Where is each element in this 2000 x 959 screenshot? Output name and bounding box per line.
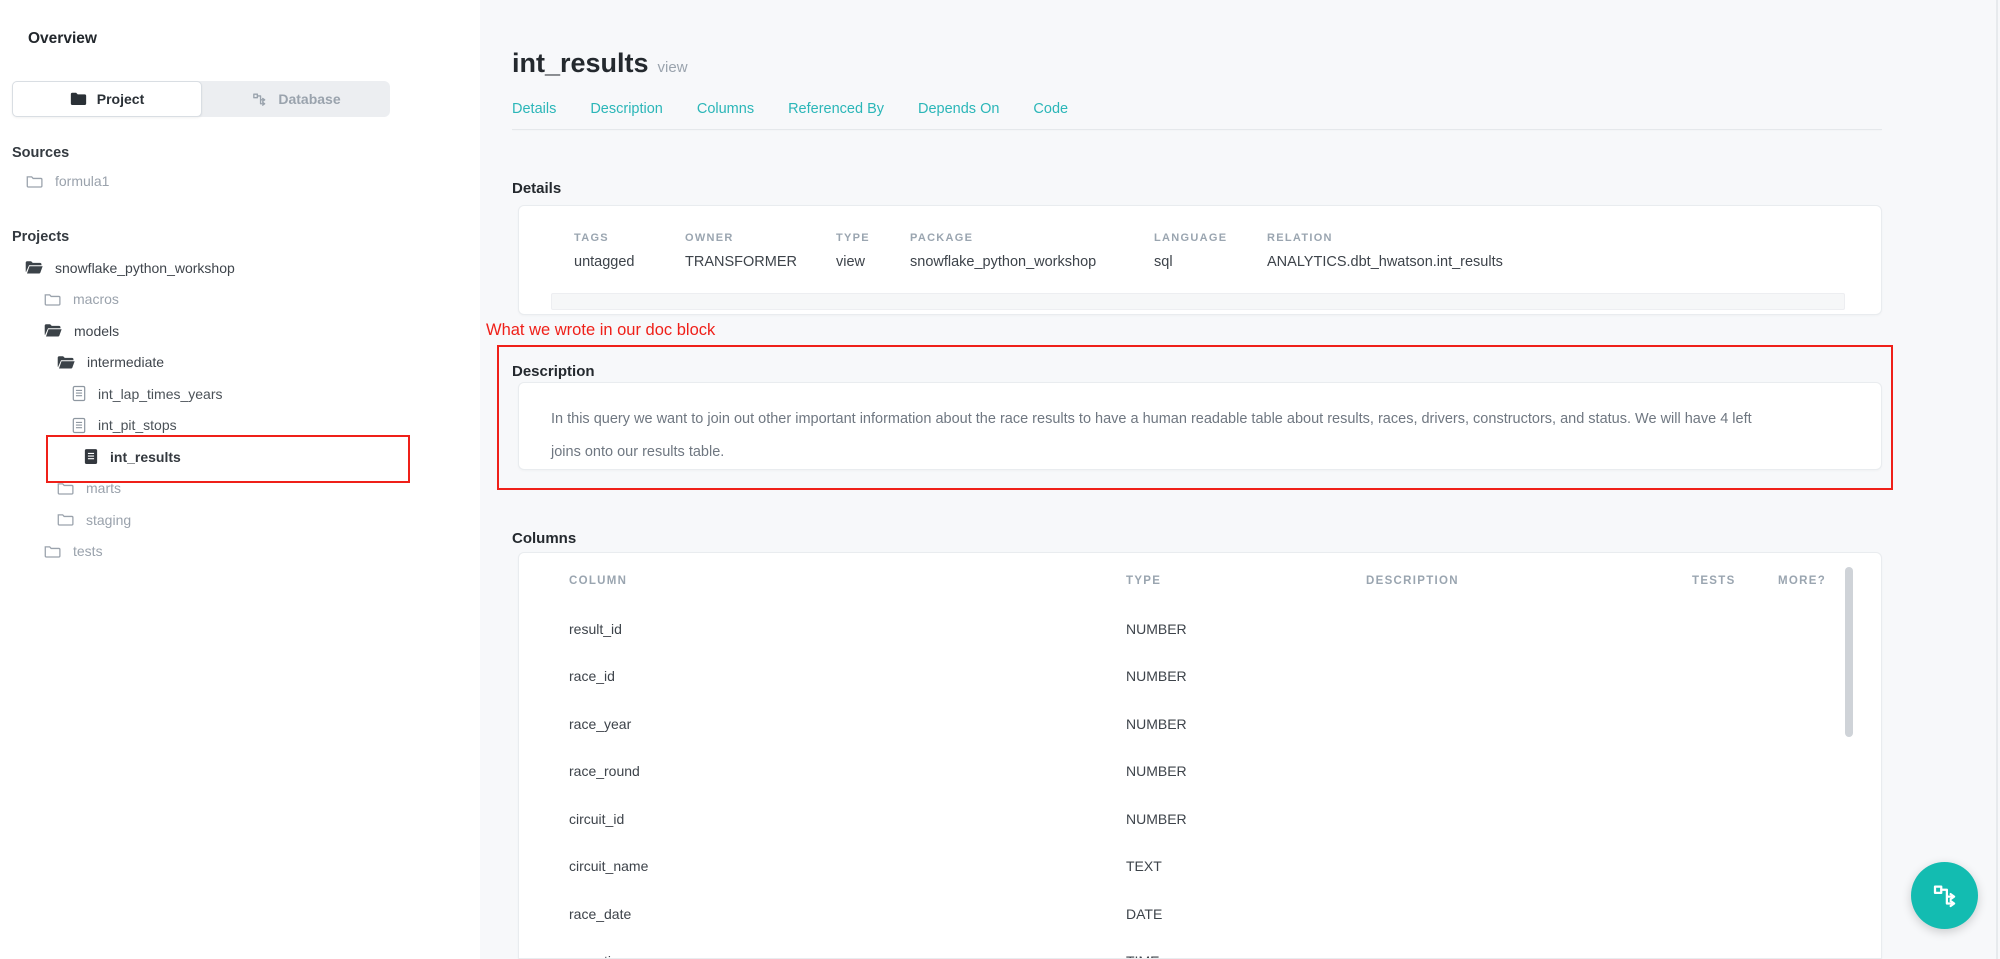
tree-item-int_pit_stops[interactable]: int_pit_stops (0, 410, 480, 442)
col-header-description: DESCRIPTION (1366, 575, 1692, 587)
folder-closed-icon (57, 481, 74, 496)
sidebar-item-label: formula1 (55, 173, 109, 189)
col-header-more: MORE? (1778, 575, 1831, 587)
columns-table-header: COLUMN TYPE DESCRIPTION TESTS MORE? (569, 575, 1831, 587)
table-row-result_id[interactable]: result_id NUMBER (569, 605, 1831, 653)
table-scrollbar-thumb[interactable] (1845, 567, 1853, 737)
folder-closed-icon (44, 292, 61, 307)
field-type: TYPE view (836, 232, 910, 270)
table-row-circuit_id[interactable]: circuit_id NUMBER (569, 795, 1831, 843)
field-tags: TAGS untagged (574, 232, 685, 270)
table-row-circuit_name[interactable]: circuit_name TEXT (569, 843, 1831, 891)
sidebar-heading: Overview (28, 30, 97, 48)
lineage-graph-icon (251, 91, 268, 108)
project-toggle-label: Project (97, 91, 144, 107)
tab-description[interactable]: Description (590, 101, 663, 117)
tab-depends-on[interactable]: Depends On (918, 101, 999, 117)
col-header-column: COLUMN (569, 575, 1126, 587)
tree-item-label: tests (73, 543, 103, 559)
folder-open-icon (25, 260, 43, 275)
col-header-tests: TESTS (1692, 575, 1778, 587)
tab-columns[interactable]: Columns (697, 101, 754, 117)
database-toggle-label: Database (278, 91, 340, 107)
col-header-type: TYPE (1126, 575, 1366, 587)
details-heading: Details (512, 180, 561, 197)
details-card: TAGS untagged OWNER TRANSFORMER TYPE vie… (518, 205, 1882, 315)
tabs-divider (512, 129, 1882, 130)
tree-item-label: int_lap_times_years (98, 386, 223, 402)
table-row-race_date[interactable]: race_date DATE (569, 890, 1831, 938)
columns-card: COLUMN TYPE DESCRIPTION TESTS MORE? resu… (518, 552, 1882, 959)
project-toggle-button[interactable]: Project (12, 81, 202, 117)
tree-item-label: marts (86, 480, 121, 496)
tree-item-tests[interactable]: tests (0, 536, 480, 568)
folder-icon (70, 92, 87, 106)
field-relation: RELATION ANALYTICS.dbt_hwatson.int_resul… (1267, 232, 1503, 270)
table-row-race_id[interactable]: race_id NUMBER (569, 653, 1831, 701)
tab-code[interactable]: Code (1033, 101, 1068, 117)
table-row-race_round[interactable]: race_round NUMBER (569, 748, 1831, 796)
page-title: int_results view (512, 48, 688, 79)
tab-details[interactable]: Details (512, 101, 556, 117)
tree-item-snowflake_python_workshop[interactable]: snowflake_python_workshop (0, 252, 480, 284)
description-card: In this query we want to join out other … (518, 382, 1882, 470)
field-package: PACKAGE snowflake_python_workshop (910, 232, 1154, 270)
folder-closed-icon (44, 544, 61, 559)
tree-item-label: int_results (110, 449, 181, 465)
tree-item-int_lap_times_years[interactable]: int_lap_times_years (0, 378, 480, 410)
tree-item-label: staging (86, 512, 131, 528)
view-toggle: Project Database (12, 81, 390, 117)
model-name: int_results (512, 48, 649, 78)
window-right-edge (1996, 0, 1998, 959)
folder-closed-icon (26, 174, 43, 189)
tree-item-marts[interactable]: marts (0, 473, 480, 505)
lineage-graph-fab-button[interactable] (1911, 862, 1978, 929)
doc-block-annotation: What we wrote in our doc block (486, 321, 715, 340)
details-collapsed-strip[interactable] (551, 293, 1845, 310)
folder-closed-icon (57, 512, 74, 527)
sidebar-item-formula1[interactable]: formula1 (0, 168, 506, 194)
tab-bar: Details Description Columns Referenced B… (512, 101, 1068, 117)
file-icon (72, 385, 86, 402)
database-toggle-button[interactable]: Database (202, 81, 390, 117)
tab-referenced-by[interactable]: Referenced By (788, 101, 884, 117)
file-icon (72, 417, 86, 434)
dbt-docs-page: Overview Project Database Sources formul… (0, 0, 2000, 959)
field-owner: OWNER TRANSFORMER (685, 232, 836, 270)
description-heading: Description (512, 363, 595, 380)
details-fields: TAGS untagged OWNER TRANSFORMER TYPE vie… (574, 232, 1503, 270)
lineage-graph-icon (1930, 881, 1960, 911)
tree-item-label: intermediate (87, 354, 164, 370)
tree-item-label: snowflake_python_workshop (55, 260, 235, 276)
projects-section-label: Projects (12, 229, 69, 245)
table-row-race_time[interactable]: race_time TIME (569, 938, 1831, 959)
project-tree: snowflake_python_workshop macros models … (0, 252, 480, 567)
sidebar: Overview Project Database Sources formul… (0, 0, 480, 959)
tree-item-models[interactable]: models (0, 315, 480, 347)
tree-item-label: int_pit_stops (98, 417, 177, 433)
columns-table-body: result_id NUMBER race_id NUMBER race_yea… (569, 605, 1831, 959)
tree-item-int_results[interactable]: int_results (0, 441, 480, 473)
folder-open-icon (57, 355, 75, 370)
field-language: LANGUAGE sql (1154, 232, 1267, 270)
columns-heading: Columns (512, 530, 576, 547)
tree-item-intermediate[interactable]: intermediate (0, 347, 480, 379)
table-row-race_year[interactable]: race_year NUMBER (569, 700, 1831, 748)
folder-open-icon (44, 323, 62, 338)
model-type-badge: view (658, 59, 688, 76)
tree-item-staging[interactable]: staging (0, 504, 480, 536)
tree-item-macros[interactable]: macros (0, 284, 480, 316)
tree-item-label: macros (73, 291, 119, 307)
tree-item-label: models (74, 323, 119, 339)
sources-section-label: Sources (12, 145, 69, 161)
description-text: In this query we want to join out other … (551, 403, 1776, 469)
file-solid-icon (84, 448, 98, 465)
